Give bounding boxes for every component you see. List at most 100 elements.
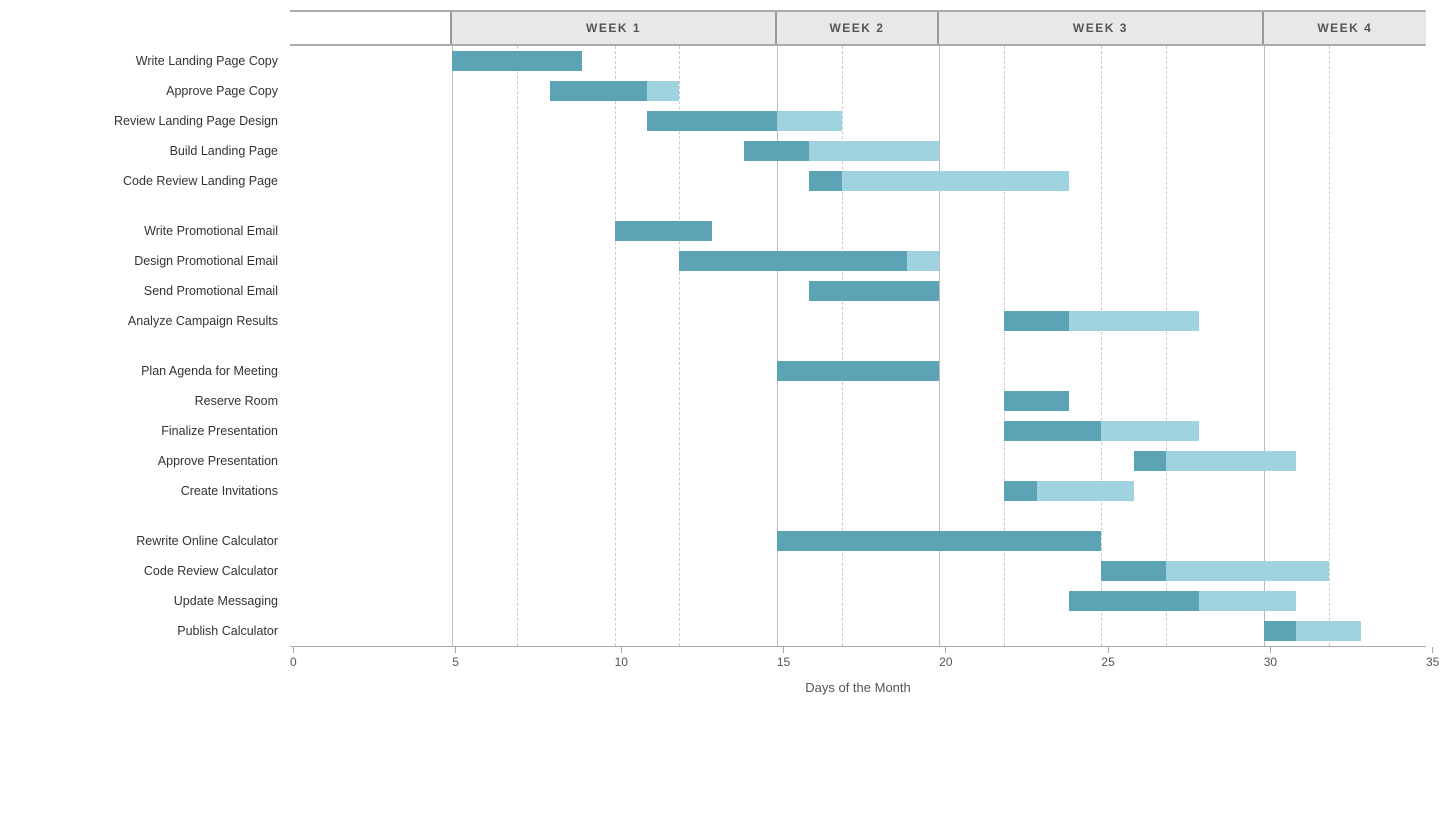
task-bar bbox=[647, 111, 842, 131]
task-bar bbox=[550, 81, 680, 101]
bar-light-segment bbox=[1296, 621, 1361, 641]
bar-dark-segment bbox=[1004, 421, 1101, 441]
x-axis-tick: 30 bbox=[1264, 647, 1277, 669]
task-label: Code Review Calculator bbox=[10, 556, 290, 586]
task-bar bbox=[1264, 621, 1361, 641]
task-bar bbox=[777, 361, 939, 381]
task-label: Approve Page Copy bbox=[10, 76, 290, 106]
x-axis-tick: 35 bbox=[1426, 647, 1439, 669]
task-bar bbox=[1134, 451, 1296, 471]
bar-dark-segment bbox=[452, 51, 582, 71]
gantt-area bbox=[290, 46, 1426, 646]
bar-dark-segment bbox=[1069, 591, 1199, 611]
task-bar bbox=[1101, 561, 1328, 581]
tick-label: 35 bbox=[1426, 655, 1439, 669]
chart-container: WEEK 1WEEK 2WEEK 3WEEK 4 Write Landing P… bbox=[0, 0, 1446, 836]
bar-light-segment bbox=[1037, 481, 1134, 501]
x-axis-tick: 5 bbox=[452, 647, 459, 669]
tick-line bbox=[293, 647, 294, 653]
task-bar bbox=[777, 531, 1102, 551]
bar-light-segment bbox=[777, 111, 842, 131]
task-label: Approve Presentation bbox=[10, 446, 290, 476]
group-spacer-row bbox=[290, 336, 1426, 356]
x-axis-tick: 25 bbox=[1101, 647, 1114, 669]
tick-label: 20 bbox=[939, 655, 952, 669]
task-label: Update Messaging bbox=[10, 586, 290, 616]
task-bar bbox=[1004, 481, 1134, 501]
group-spacer-label bbox=[10, 196, 290, 216]
bar-dark-segment bbox=[1004, 481, 1036, 501]
group-spacer-label bbox=[10, 336, 290, 356]
task-label: Create Invitations bbox=[10, 476, 290, 506]
bar-light-segment bbox=[907, 251, 939, 271]
gantt-row bbox=[290, 616, 1426, 646]
bar-dark-segment bbox=[615, 221, 712, 241]
bar-light-segment bbox=[1069, 311, 1199, 331]
task-label: Code Review Landing Page bbox=[10, 166, 290, 196]
gantt-row bbox=[290, 556, 1426, 586]
tick-line bbox=[783, 647, 784, 653]
group-spacer-row bbox=[290, 196, 1426, 216]
task-label: Rewrite Online Calculator bbox=[10, 526, 290, 556]
task-label: Send Promotional Email bbox=[10, 276, 290, 306]
bar-dark-segment bbox=[647, 111, 777, 131]
task-bar bbox=[1004, 311, 1199, 331]
tick-label: 25 bbox=[1101, 655, 1114, 669]
bar-light-segment bbox=[1166, 561, 1328, 581]
rows-container bbox=[290, 46, 1426, 646]
task-bar bbox=[809, 171, 1069, 191]
gantt-row bbox=[290, 476, 1426, 506]
task-label: Plan Agenda for Meeting bbox=[10, 356, 290, 386]
x-axis-title: Days of the Month bbox=[290, 680, 1426, 695]
gantt-row bbox=[290, 166, 1426, 196]
gantt-row bbox=[290, 216, 1426, 246]
group-spacer-row bbox=[290, 506, 1426, 526]
x-axis-tick: 10 bbox=[615, 647, 628, 669]
task-bar bbox=[1004, 421, 1199, 441]
week-label-4: WEEK 4 bbox=[1264, 12, 1426, 44]
bar-light-segment bbox=[842, 171, 1069, 191]
gantt-row bbox=[290, 446, 1426, 476]
task-bar bbox=[809, 281, 939, 301]
task-labels: Write Landing Page CopyApprove Page Copy… bbox=[10, 46, 290, 646]
tick-line bbox=[1108, 647, 1109, 653]
x-axis-tick: 15 bbox=[777, 647, 790, 669]
gantt-row bbox=[290, 276, 1426, 306]
bar-dark-segment bbox=[809, 171, 841, 191]
week-header: WEEK 1WEEK 2WEEK 3WEEK 4 bbox=[290, 10, 1426, 46]
bar-light-segment bbox=[647, 81, 679, 101]
task-bar bbox=[615, 221, 712, 241]
bar-light-segment bbox=[1101, 421, 1198, 441]
bar-dark-segment bbox=[679, 251, 906, 271]
gantt-row bbox=[290, 76, 1426, 106]
task-label: Reserve Room bbox=[10, 386, 290, 416]
tick-label: 15 bbox=[777, 655, 790, 669]
tick-line bbox=[1270, 647, 1271, 653]
bar-dark-segment bbox=[777, 361, 939, 381]
bar-dark-segment bbox=[1101, 561, 1166, 581]
bar-dark-segment bbox=[1264, 621, 1296, 641]
task-label: Analyze Campaign Results bbox=[10, 306, 290, 336]
task-label: Write Promotional Email bbox=[10, 216, 290, 246]
bar-light-segment bbox=[1166, 451, 1296, 471]
gantt-row bbox=[290, 136, 1426, 166]
gantt-row bbox=[290, 306, 1426, 336]
bar-dark-segment bbox=[777, 531, 1102, 551]
task-label: Build Landing Page bbox=[10, 136, 290, 166]
task-bar bbox=[1004, 391, 1069, 411]
task-bar bbox=[679, 251, 939, 271]
tick-label: 10 bbox=[615, 655, 628, 669]
bar-dark-segment bbox=[809, 281, 939, 301]
task-bar bbox=[744, 141, 939, 161]
bar-dark-segment bbox=[1134, 451, 1166, 471]
gantt-row bbox=[290, 586, 1426, 616]
group-spacer-label bbox=[10, 506, 290, 526]
tick-label: 5 bbox=[452, 655, 459, 669]
gantt-row bbox=[290, 416, 1426, 446]
task-bar bbox=[452, 51, 582, 71]
tick-line bbox=[1432, 647, 1433, 653]
gantt-row bbox=[290, 386, 1426, 416]
chart-body: Write Landing Page CopyApprove Page Copy… bbox=[10, 46, 1426, 646]
gantt-row bbox=[290, 526, 1426, 556]
gantt-row bbox=[290, 106, 1426, 136]
